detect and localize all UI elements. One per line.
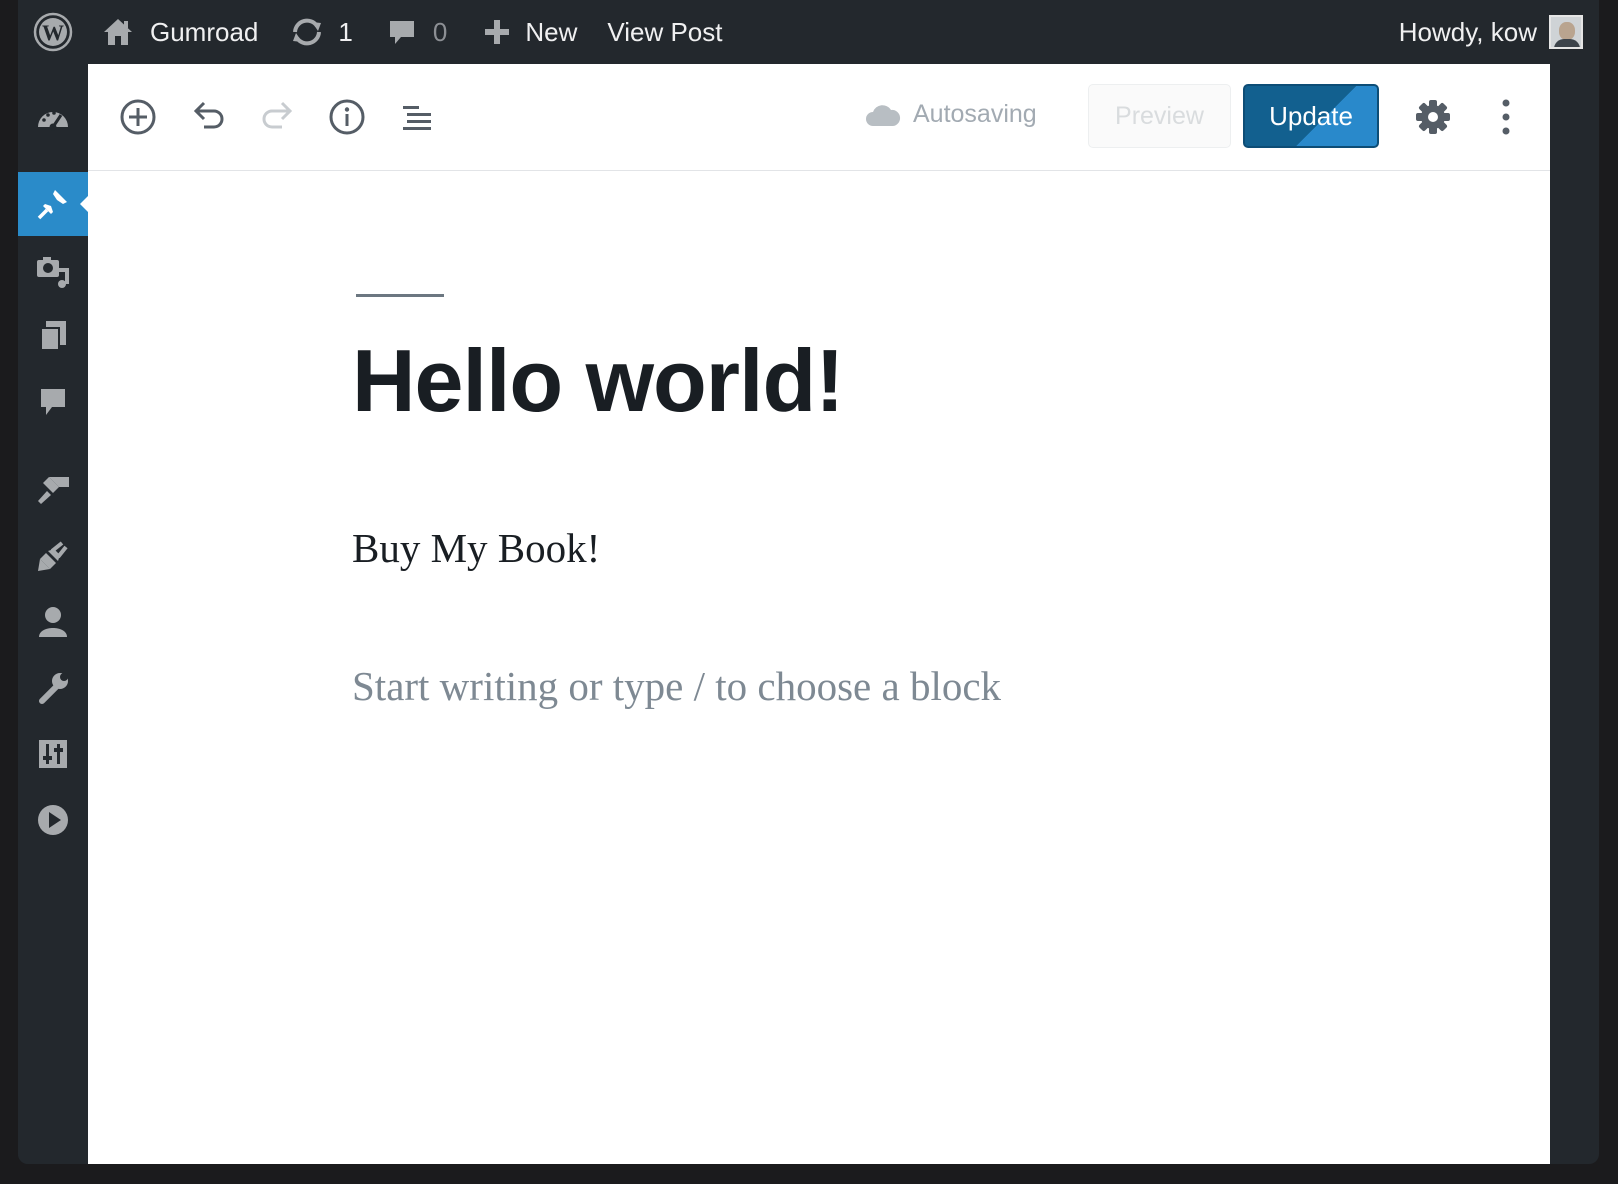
post-title[interactable]: Hello world! [352, 330, 845, 432]
editor-toolbar: Autosaving Preview Update [88, 64, 1550, 171]
admin-bar: W Gumroad 1 0 New View Post Howdy, kow [18, 0, 1599, 64]
avatar [1549, 15, 1583, 49]
autosave-label: Autosaving [913, 100, 1037, 128]
admin-sidebar [18, 64, 88, 1164]
pages-icon [40, 321, 66, 351]
my-account-menu[interactable]: Howdy, kow [1399, 0, 1583, 64]
view-post-link[interactable]: View Post [607, 0, 722, 64]
view-post-label: View Post [607, 16, 723, 47]
block-navigation-button[interactable] [394, 94, 440, 140]
app-window: W Gumroad 1 0 New View Post Howdy, kow A… [18, 0, 1599, 1164]
plus-icon [485, 20, 510, 44]
sidebar-item-appearance[interactable] [18, 458, 88, 522]
wordpress-logo-icon: W [33, 12, 73, 52]
updates-link[interactable]: 1 [290, 0, 353, 64]
content-info-button[interactable] [324, 94, 370, 140]
sidebar-item-comments[interactable] [18, 370, 88, 434]
autosave-status: Autosaving [865, 100, 1037, 129]
media-icon [37, 257, 69, 288]
redo-button[interactable] [255, 94, 301, 140]
site-name-link[interactable]: Gumroad [102, 0, 258, 64]
svg-text:W: W [42, 20, 64, 45]
greeting-label: Howdy, kow [1398, 16, 1537, 47]
settings-button[interactable] [1410, 94, 1456, 140]
cloud-icon [866, 104, 901, 126]
info-icon [329, 99, 365, 135]
user-icon [39, 607, 67, 637]
site-name-label: Gumroad [150, 16, 259, 47]
sidebar-item-pages[interactable] [18, 304, 88, 368]
block-placeholder[interactable]: Start writing or type / to choose a bloc… [352, 662, 1001, 710]
add-block-button[interactable] [115, 94, 161, 140]
plugin-icon [38, 541, 68, 571]
comment-icon [41, 389, 65, 415]
sidebar-item-media[interactable] [18, 240, 88, 304]
sidebar-item-dashboard[interactable] [18, 86, 88, 150]
home-icon [104, 19, 132, 45]
new-content-link[interactable]: New [483, 0, 577, 64]
sidebar-item-plugins[interactable] [18, 524, 88, 588]
paintbrush-icon [38, 477, 69, 504]
wordpress-logo-button[interactable]: W [18, 0, 88, 64]
redo-icon [262, 101, 293, 129]
sidebar-item-media-player[interactable] [18, 788, 88, 852]
dashboard-icon [38, 111, 68, 131]
preview-button[interactable]: Preview [1088, 84, 1231, 148]
sidebar-item-users[interactable] [18, 590, 88, 654]
update-refresh-icon [293, 18, 322, 46]
block-editor: Autosaving Preview Update Hello world! B… [88, 64, 1550, 1164]
new-label: New [525, 16, 578, 47]
title-separator [356, 294, 444, 297]
updates-count: 1 [338, 16, 353, 47]
undo-icon [193, 101, 224, 129]
comment-bubble-icon [389, 21, 414, 44]
sidebar-item-posts[interactable] [18, 172, 88, 236]
settings-sliders-icon [39, 740, 67, 768]
comments-link[interactable]: 0 [387, 0, 447, 64]
sidebar-item-settings[interactable] [18, 722, 88, 786]
more-menu-button[interactable] [1483, 94, 1529, 140]
list-view-icon [403, 106, 431, 130]
paragraph-block[interactable]: Buy My Book! [352, 524, 600, 572]
sidebar-item-tools[interactable] [18, 656, 88, 720]
wrench-icon [39, 673, 68, 704]
undo-button[interactable] [185, 94, 231, 140]
gear-icon [1416, 100, 1450, 134]
update-button[interactable]: Update [1243, 84, 1379, 148]
add-block-icon [120, 99, 156, 135]
comments-count: 0 [432, 16, 448, 47]
more-vertical-icon [1502, 99, 1510, 135]
play-icon [38, 805, 68, 835]
pin-icon [37, 190, 67, 220]
